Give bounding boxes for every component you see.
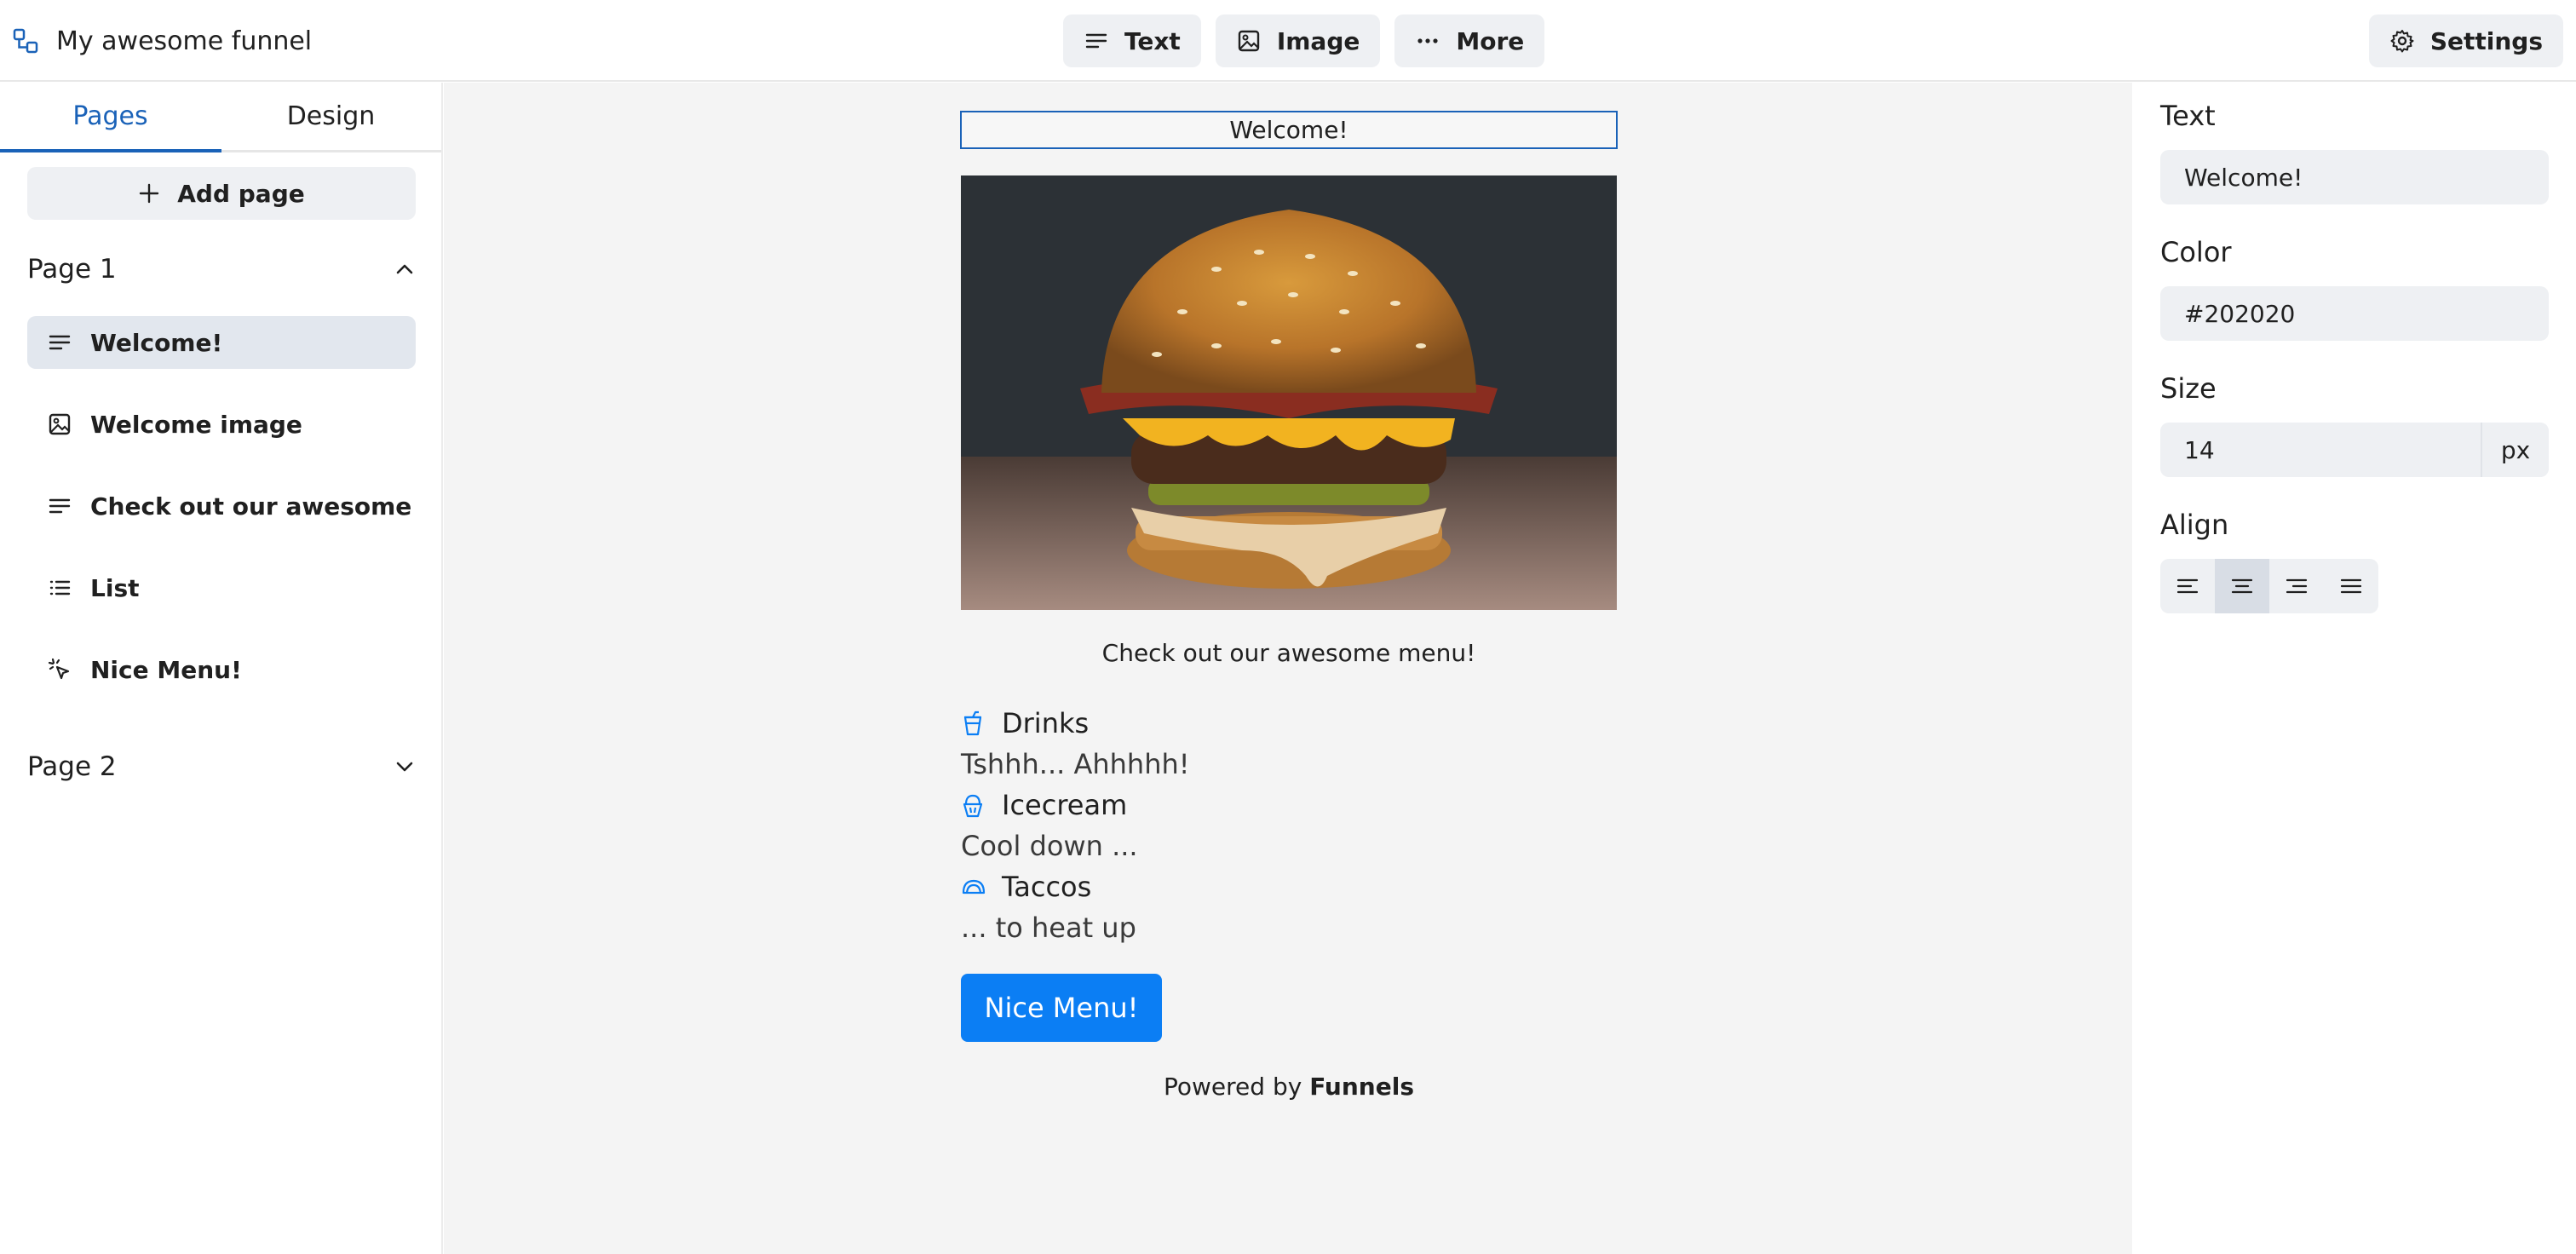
page-item-label: Check out our awesome menu!	[90, 492, 416, 521]
page-item-label: List	[90, 573, 140, 602]
size-field-label: Size	[2160, 372, 2217, 405]
image-icon	[48, 412, 72, 436]
align-right-button[interactable]	[2269, 559, 2324, 613]
add-page-button[interactable]: Add page	[27, 167, 416, 220]
align-left-icon	[2176, 578, 2199, 594]
tab-design[interactable]: Design	[221, 83, 441, 150]
more-button[interactable]: More	[1394, 14, 1545, 67]
size-input[interactable]: 14	[2160, 423, 2481, 477]
menu-list[interactable]: Drinks Tshhh... Ahhhhh! Icecream Cool do…	[961, 703, 1617, 948]
menu-item-name: Taccos	[1002, 871, 1092, 903]
page-item-label: Welcome!	[90, 328, 223, 357]
page-2-header[interactable]: Page 2	[27, 746, 416, 787]
add-text-label: Text	[1124, 26, 1181, 55]
page-2-title: Page 2	[27, 751, 117, 782]
add-image-label: Image	[1276, 26, 1360, 55]
powered-prefix: Powered by	[1164, 1073, 1302, 1101]
icecream-icon	[961, 792, 986, 818]
text-icon	[48, 494, 72, 518]
chevron-up-icon[interactable]	[394, 258, 416, 280]
align-center-icon	[2231, 578, 2253, 594]
menu-item-description: ... to heat up	[961, 912, 1136, 944]
page-item-nice-menu[interactable]: Nice Menu!	[27, 643, 416, 696]
page-item-welcome-image[interactable]: Welcome image	[27, 398, 416, 451]
page-item-list[interactable]: List	[27, 561, 416, 614]
menu-item-title: Icecream	[961, 785, 1617, 825]
align-left-button[interactable]	[2160, 559, 2215, 613]
align-button-group	[2160, 559, 2378, 613]
welcome-image[interactable]	[961, 175, 1617, 610]
chevron-down-icon[interactable]	[394, 756, 416, 778]
drink-cup-icon	[961, 710, 986, 736]
left-sidebar: Pages Design Add page Page 1 Welcome! We…	[0, 83, 443, 1254]
powered-by-footer[interactable]: Powered by Funnels	[961, 1073, 1617, 1101]
funnel-canvas: Welcome! Check out our awesome menu! Dri…	[444, 83, 2132, 1254]
page-item-menu-text[interactable]: Check out our awesome menu!	[27, 480, 416, 532]
page-item-welcome[interactable]: Welcome!	[27, 316, 416, 369]
menu-item-name: Drinks	[1002, 707, 1090, 739]
menu-item-description: Cool down ...	[961, 830, 1138, 862]
settings-label: Settings	[2429, 26, 2543, 55]
size-field[interactable]: 14 px	[2160, 423, 2549, 477]
plus-icon	[138, 182, 160, 204]
menu-item-name: Icecream	[1002, 789, 1128, 821]
brand: My awesome funnel	[12, 24, 312, 58]
funnel-logo-icon	[12, 27, 39, 55]
page-1-title: Page 1	[27, 254, 117, 285]
text-field[interactable]: Welcome!	[2160, 150, 2549, 204]
add-page-label: Add page	[177, 179, 305, 208]
size-unit: px	[2481, 423, 2549, 477]
color-field-label: Color	[2160, 236, 2232, 268]
text-icon	[1084, 28, 1109, 54]
more-label: More	[1456, 26, 1525, 55]
text-icon	[48, 331, 72, 354]
element-toolbar: Text Image More	[1063, 14, 1545, 67]
page-item-label: Welcome image	[90, 410, 302, 439]
align-right-icon	[2286, 578, 2308, 594]
menu-item-title: Drinks	[961, 703, 1617, 744]
align-center-button[interactable]	[2215, 559, 2269, 613]
align-label: Align	[2160, 509, 2229, 541]
click-icon	[48, 658, 72, 682]
app-title: My awesome funnel	[56, 26, 313, 56]
color-field[interactable]: #202020	[2160, 286, 2549, 341]
text-field-label: Text	[2160, 100, 2216, 132]
settings-button[interactable]: Settings	[2368, 14, 2563, 67]
align-justify-button[interactable]	[2324, 559, 2378, 613]
add-image-button[interactable]: Image	[1215, 14, 1381, 67]
page-1-header[interactable]: Page 1	[27, 249, 416, 290]
page-item-label: Nice Menu!	[90, 655, 242, 684]
nice-menu-button[interactable]: Nice Menu!	[961, 974, 1162, 1042]
tab-pages[interactable]: Pages	[0, 83, 221, 150]
top-bar: My awesome funnel Text Image More Settin…	[0, 0, 2576, 82]
welcome-text-block[interactable]: Welcome!	[960, 111, 1618, 149]
align-justify-icon	[2340, 578, 2362, 594]
list-icon	[48, 576, 72, 600]
properties-panel: Text Welcome! Color #202020 Size 14 px A…	[2133, 83, 2576, 1254]
add-text-button[interactable]: Text	[1063, 14, 1201, 67]
menu-item-title: Taccos	[961, 866, 1617, 907]
powered-brand: Funnels	[1309, 1073, 1414, 1101]
image-icon	[1236, 28, 1262, 54]
sidebar-tabs: Pages Design	[0, 83, 441, 152]
active-tab-indicator	[0, 149, 221, 152]
menu-item-description: Tshhh... Ahhhhh!	[961, 748, 1190, 780]
gear-icon	[2389, 28, 2415, 54]
taco-icon	[961, 874, 986, 900]
more-dots-icon	[1415, 28, 1440, 54]
menu-caption-text[interactable]: Check out our awesome menu!	[961, 639, 1617, 667]
